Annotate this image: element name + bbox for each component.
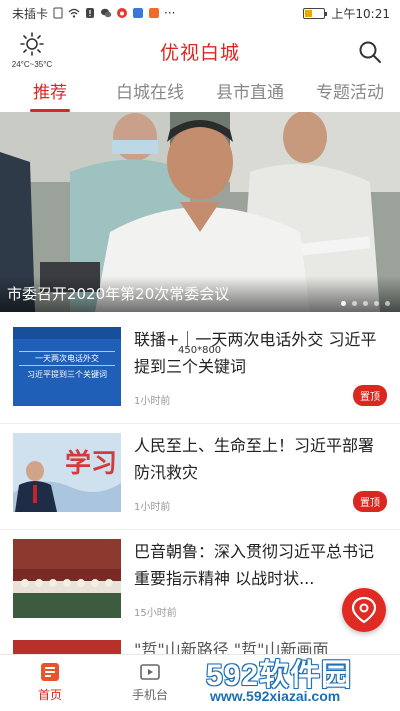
carousel-indicator (341, 301, 390, 306)
weibo-icon (117, 8, 128, 18)
carousel-dot[interactable] (385, 301, 390, 306)
news-thumbnail (13, 539, 121, 618)
image-dimension-label: 450*800 (178, 345, 222, 356)
tv-icon (140, 664, 160, 680)
news-headline: 巴音朝鲁：深入贯彻习近平总书记重要指示精神 以战时状... (134, 542, 375, 588)
more-notifications-icon: ··· (164, 6, 176, 20)
home-news-icon (41, 663, 59, 681)
nav-mobile-tv-label: 手机台 (131, 688, 168, 702)
carrier-label: 未插卡 (12, 6, 49, 21)
alert-icon (86, 8, 95, 18)
news-time: 1小时前 (134, 502, 171, 513)
wifi-icon (68, 8, 80, 18)
watermark-url: www.592xiazai.com (210, 688, 341, 704)
status-left: 未插卡 ··· (12, 5, 175, 22)
app-header: 24°C~35°C 优视白城 (0, 26, 400, 76)
carousel-dot[interactable] (363, 301, 368, 306)
app-title: 优视白城 (159, 42, 240, 64)
app-icon-blue (133, 8, 144, 18)
app-icon-orange (149, 8, 160, 18)
sim-icon (53, 7, 63, 19)
clock: 上午10:21 (331, 6, 390, 21)
nav-home[interactable]: 首页 (0, 655, 100, 711)
tab-county-direct[interactable]: 县市直通 (200, 76, 300, 112)
carousel-dot[interactable] (374, 301, 379, 306)
tab-recommend[interactable]: 推荐 (0, 76, 100, 112)
news-thumbnail: 一天两次电话外交 习近平提到三个关键词 (13, 327, 121, 406)
search-icon[interactable] (358, 40, 382, 64)
watermark: 592软件园 www.592xiazai.com (200, 648, 400, 711)
carousel-dot[interactable] (352, 301, 357, 306)
banner-carousel[interactable]: 市委召开2020年第20次常委会议 (0, 112, 400, 312)
news-list: 一天两次电话外交 习近平提到三个关键词 联播+｜一天两次电话外交 习近平提到三个… (0, 318, 400, 636)
battery-icon (303, 7, 328, 19)
news-headline: 联播+｜一天两次电话外交 习近平提到三个关键词 (134, 330, 377, 376)
tab-baicheng-online[interactable]: 白城在线 (100, 76, 200, 112)
nav-mobile-tv[interactable]: 手机台 (100, 655, 200, 711)
news-thumbnail: 学习 (13, 433, 121, 512)
pinned-badge: 置顶 (353, 385, 387, 406)
battery-fill (305, 9, 313, 17)
thumbnail-text-2: 习近平提到三个关键词 (27, 370, 107, 379)
location-pin-icon (351, 596, 377, 624)
status-right: 上午10:21 (303, 5, 390, 22)
status-bar: 未插卡 ··· 上午10:21 (0, 0, 400, 26)
pinned-badge: 置顶 (353, 491, 387, 512)
tab-special-events[interactable]: 专题活动 (300, 76, 400, 112)
thumbnail-image (13, 327, 121, 406)
banner-caption: 市委召开2020年第20次常委会议 (0, 276, 400, 312)
carousel-dot[interactable] (341, 301, 346, 306)
category-tabs: 推荐 白城在线 县市直通 专题活动 (0, 76, 400, 112)
wechat-icon (101, 8, 112, 18)
thumbnail-text-1: 学习 (65, 449, 118, 479)
news-item[interactable]: 一天两次电话外交 习近平提到三个关键词 联播+｜一天两次电话外交 习近平提到三个… (0, 318, 400, 424)
thumbnail-text-1: 一天两次电话外交 (35, 354, 99, 363)
news-item[interactable]: 巴音朝鲁：深入贯彻习近平总书记重要指示精神 以战时状... 15小时前 (0, 530, 400, 636)
partial-thumbnail (13, 640, 121, 654)
location-button[interactable] (342, 588, 386, 632)
news-time: 1小时前 (134, 396, 171, 407)
thumbnail-image (13, 539, 121, 618)
news-time: 15小时前 (134, 608, 177, 619)
news-item[interactable]: 学习 人民至上、生命至上！习近平部署防汛救灾 1小时前 置顶 (0, 424, 400, 530)
nav-home-label: 首页 (37, 688, 62, 702)
news-headline: 人民至上、生命至上！习近平部署防汛救灾 (134, 436, 375, 482)
